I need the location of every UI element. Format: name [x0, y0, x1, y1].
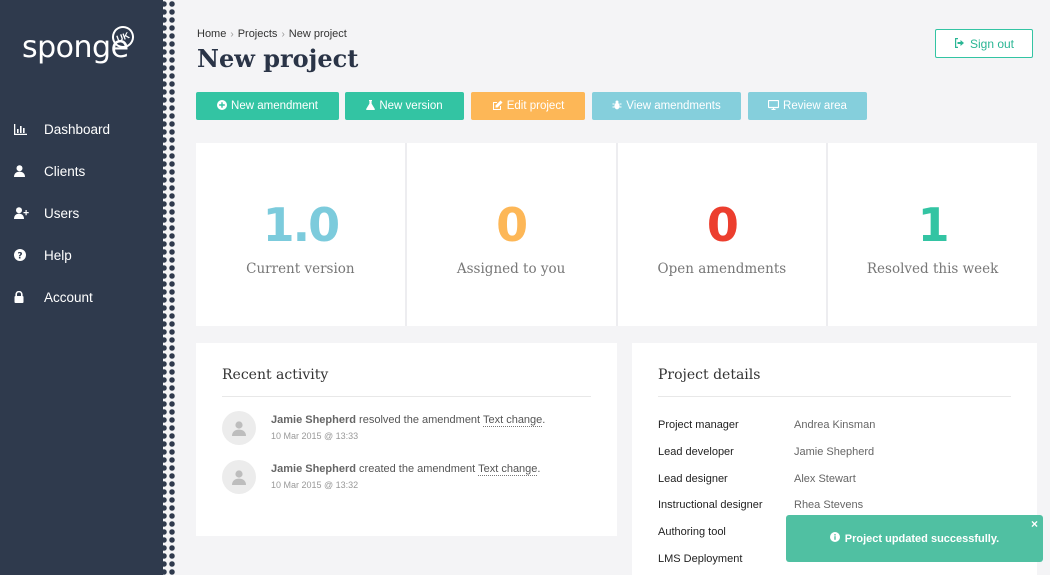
- avatar: [222, 411, 256, 445]
- sign-out-icon: [954, 37, 965, 51]
- scalloped-edge: [160, 0, 176, 575]
- activity-time: 10 Mar 2015 @ 13:33: [271, 431, 359, 441]
- bar-chart-icon: [14, 123, 44, 135]
- info-circle-icon: [829, 532, 840, 545]
- user-icon: [232, 420, 246, 436]
- chevron-right-icon: ›: [230, 29, 234, 40]
- sidebar-item-label: Users: [44, 205, 80, 221]
- divider: [222, 396, 591, 397]
- activity-item: Jamie Shepherd resolved the amendment Te…: [222, 411, 592, 451]
- question-circle-icon: ?: [14, 249, 44, 261]
- breadcrumb-current: New project: [288, 28, 347, 40]
- detail-key: Lead developer: [658, 446, 734, 458]
- success-toast: Project updated successfully. ×: [786, 515, 1043, 562]
- plus-circle-icon: [217, 99, 228, 113]
- sign-out-button[interactable]: Sign out: [935, 29, 1033, 58]
- activity-user[interactable]: Jamie Shepherd: [271, 414, 356, 426]
- divider: [658, 396, 1011, 397]
- stat-label: Resolved this week: [866, 261, 999, 277]
- button-label: New version: [379, 100, 443, 112]
- breadcrumb: Home › Projects › New project: [197, 28, 347, 40]
- button-label: New amendment: [231, 100, 318, 112]
- sidebar-item-users[interactable]: Users: [0, 192, 163, 234]
- page-title: New project: [197, 44, 359, 73]
- sidebar-item-label: Clients: [44, 163, 86, 179]
- stat-label: Current version: [246, 261, 355, 277]
- edit-project-button[interactable]: Edit project: [471, 92, 585, 120]
- panel-title: Project details: [658, 367, 761, 383]
- avatar: [222, 460, 256, 494]
- sidebar-item-help[interactable]: ? Help: [0, 234, 163, 276]
- recent-activity-panel: Recent activity Jamie Shepherd resolved …: [196, 343, 617, 536]
- button-label: Review area: [783, 100, 847, 112]
- add-user-icon: [14, 207, 44, 219]
- stat-current-version: 1.0 Current version: [196, 143, 405, 326]
- sidebar-item-label: Help: [44, 247, 72, 263]
- desktop-icon: [767, 99, 780, 113]
- activity-suffix: .: [542, 414, 546, 426]
- sidebar: sponge UK Dashboard Clients Users ? Help: [0, 0, 163, 575]
- detail-key: Project manager: [658, 419, 739, 431]
- stats-row: 1.0 Current version 0 Assigned to you 0 …: [196, 143, 1037, 326]
- stat-value: 0: [706, 198, 739, 252]
- breadcrumb-home[interactable]: Home: [197, 28, 226, 40]
- detail-key: Instructional designer: [658, 499, 763, 511]
- sidebar-item-dashboard[interactable]: Dashboard: [0, 108, 163, 150]
- activity-action: resolved the amendment: [355, 414, 483, 426]
- activity-user[interactable]: Jamie Shepherd: [271, 463, 356, 475]
- svg-text:?: ?: [17, 251, 22, 261]
- detail-key: Lead designer: [658, 473, 728, 485]
- detail-value: Rhea Stevens: [794, 499, 864, 511]
- activity-item: Jamie Shepherd created the amendment Tex…: [222, 460, 592, 500]
- stat-label: Assigned to you: [456, 261, 566, 277]
- flask-icon: [366, 99, 376, 113]
- new-version-button[interactable]: New version: [345, 92, 464, 120]
- chevron-right-icon: ›: [281, 29, 285, 40]
- stat-value: 1.0: [262, 198, 340, 252]
- button-label: View amendments: [626, 100, 721, 112]
- stat-value: 0: [496, 198, 528, 252]
- close-icon[interactable]: ×: [1031, 518, 1038, 530]
- bug-icon: [612, 100, 622, 113]
- sidebar-item-clients[interactable]: Clients: [0, 150, 163, 192]
- detail-value: Jamie Shepherd: [794, 446, 875, 458]
- stat-assigned-to-you: 0 Assigned to you: [406, 143, 616, 326]
- stat-resolved-this-week: 1 Resolved this week: [828, 143, 1037, 326]
- stat-value: 1: [917, 198, 950, 252]
- toast-message: Project updated successfully.: [844, 532, 1000, 545]
- detail-value: Andrea Kinsman: [794, 419, 876, 431]
- activity-suffix: .: [537, 463, 541, 475]
- stat-label: Open amendments: [657, 261, 787, 277]
- edit-icon: [492, 100, 503, 113]
- detail-value: Alex Stewart: [794, 473, 856, 485]
- lock-icon: [14, 291, 44, 303]
- sidebar-nav: Dashboard Clients Users ? Help Account: [0, 108, 163, 318]
- activity-text: Jamie Shepherd created the amendment Tex…: [271, 463, 541, 476]
- user-icon: [232, 469, 246, 485]
- activity-action: created the amendment: [355, 463, 479, 475]
- sidebar-item-account[interactable]: Account: [0, 276, 163, 318]
- sign-out-label: Sign out: [969, 36, 1015, 51]
- review-area-button[interactable]: Review area: [748, 92, 867, 120]
- activity-target-link[interactable]: Text change: [482, 414, 543, 427]
- activity-time: 10 Mar 2015 @ 13:32: [271, 480, 359, 490]
- detail-key: Authoring tool: [658, 526, 726, 538]
- detail-key: LMS Deployment: [658, 553, 743, 565]
- button-label: Edit project: [506, 100, 565, 112]
- user-icon: [14, 165, 44, 177]
- breadcrumb-projects[interactable]: Projects: [238, 28, 278, 40]
- panel-title: Recent activity: [222, 367, 329, 383]
- view-amendments-button[interactable]: View amendments: [592, 92, 741, 120]
- stat-open-amendments: 0 Open amendments: [617, 143, 827, 326]
- activity-text: Jamie Shepherd resolved the amendment Te…: [271, 414, 546, 427]
- activity-target-link[interactable]: Text change: [478, 463, 538, 476]
- sidebar-item-label: Dashboard: [44, 121, 111, 137]
- sidebar-item-label: Account: [44, 289, 93, 305]
- new-amendment-button[interactable]: New amendment: [196, 92, 339, 120]
